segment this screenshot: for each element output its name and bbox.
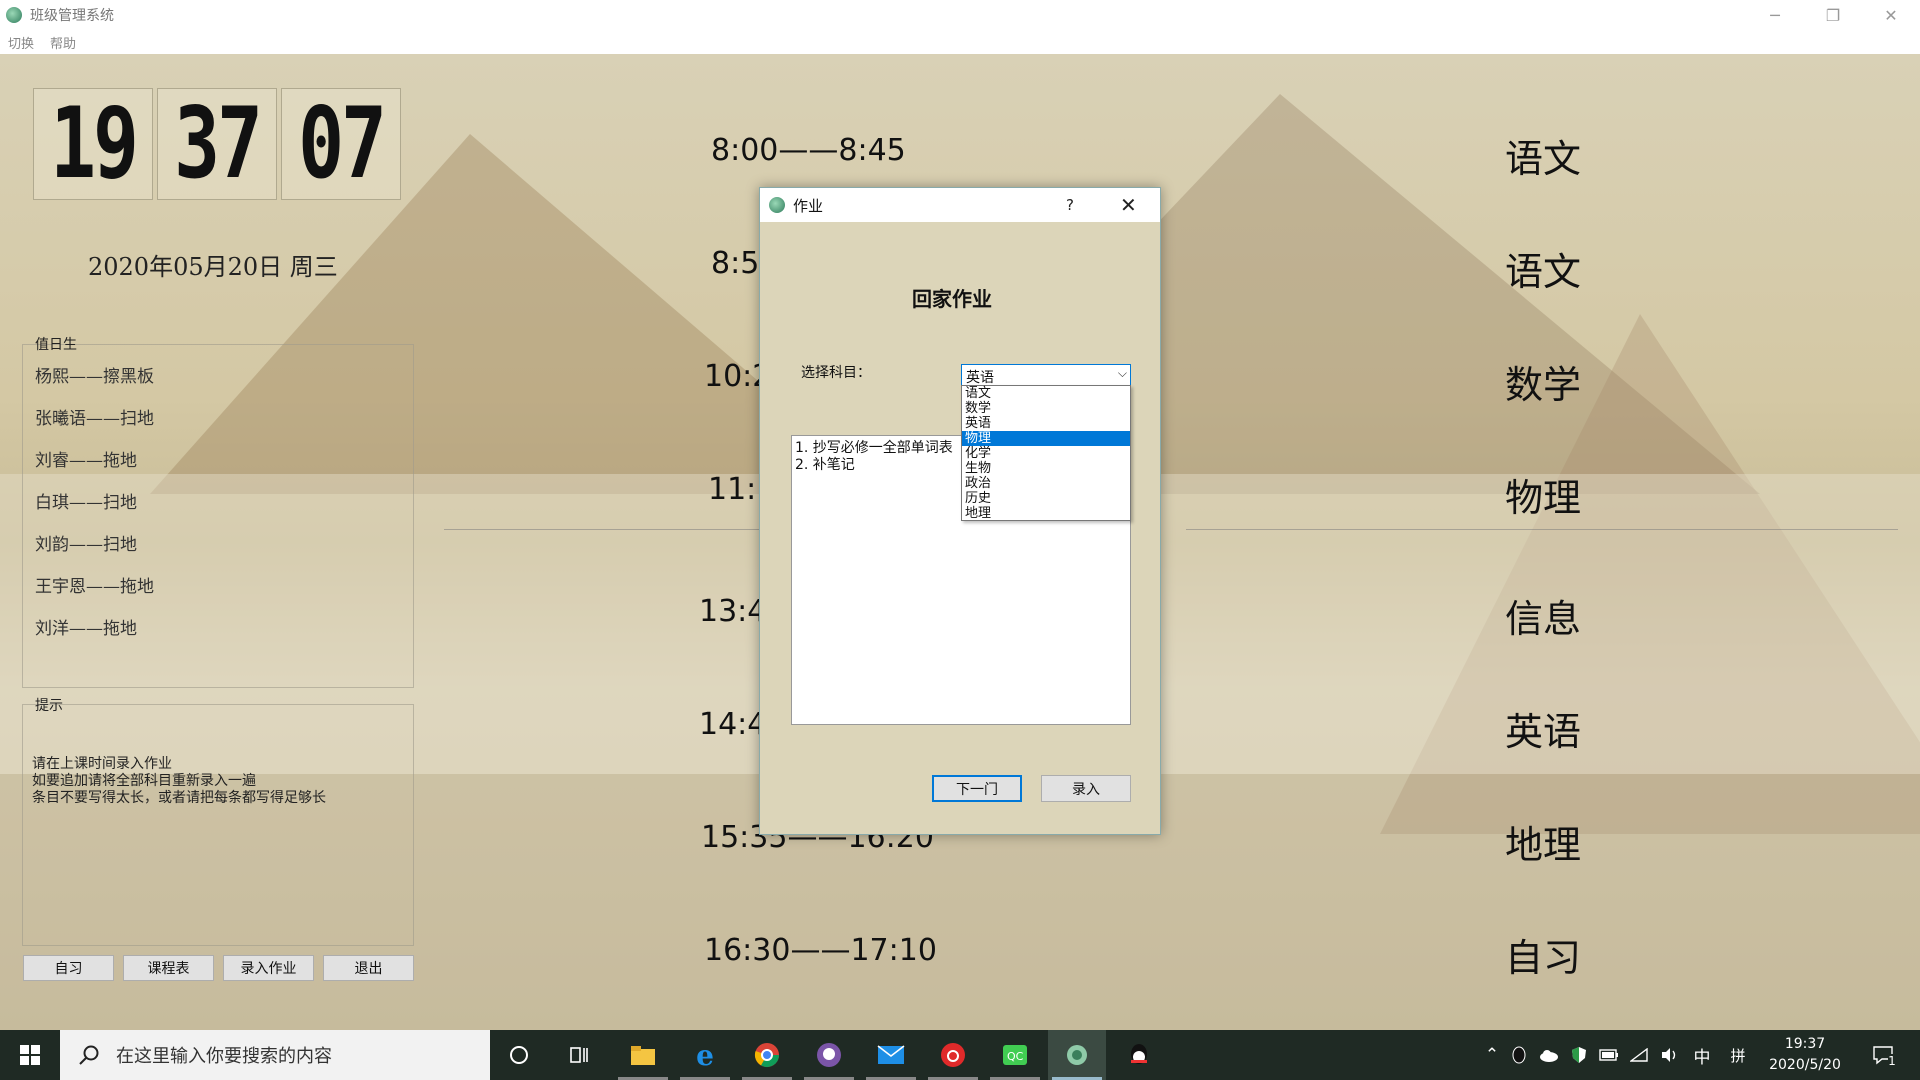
qq-tray-icon[interactable] [1506,1030,1532,1080]
clock-seconds: 07 [281,87,401,201]
digital-clock: 19 37 07 [33,87,401,201]
tips-text: 请在上课时间录入作业 如要追加请将全部科目重新录入一遍 条目不要写得太长，或者请… [32,756,326,806]
app-icon [769,197,785,213]
class-manager-taskbar-icon[interactable] [1048,1030,1106,1080]
period-time-8: 16:30——17:10 [704,933,937,968]
ime-mode-indicator[interactable]: 拼 [1724,1030,1752,1080]
period-subject-4: 物理 [1505,476,1582,520]
list-item: 白琪——扫地 [35,493,137,513]
list-item: 王宇恩——拖地 [35,577,154,597]
title-bar: 班级管理系统 ─ ❐ ✕ [0,0,1920,30]
chevron-up-icon[interactable]: ⌃ [1480,1030,1504,1080]
start-button[interactable] [0,1030,60,1080]
battery-icon[interactable] [1596,1030,1622,1080]
menu-switch[interactable]: 切换 [8,33,34,52]
subject-option-highlighted[interactable]: 物理 [962,431,1130,446]
chrome-icon[interactable] [738,1030,796,1080]
period-subject-1: 语文 [1505,137,1582,181]
search-placeholder: 在这里输入你要搜索的内容 [116,1046,332,1067]
app-icon [6,7,22,23]
github-icon[interactable] [800,1030,858,1080]
dialog-heading: 回家作业 [912,287,992,311]
window-title: 班级管理系统 [30,8,114,24]
period-subject-3: 数学 [1505,363,1582,407]
notification-count: 1 [1888,1054,1896,1068]
taskbar: 在这里输入你要搜索的内容 e QC ⌃ 中 拼 19:37 2020/5/20 … [0,1030,1920,1080]
subject-select[interactable]: 英语 ⌵ [961,364,1131,386]
list-item: 刘韵——扫地 [35,535,137,555]
enter-homework-button[interactable]: 录入作业 [223,955,314,981]
subject-option[interactable]: 语文 [962,386,1130,401]
date-label: 2020年05月20日 周三 [88,253,338,281]
window-controls: ─ ❐ ✕ [1746,0,1920,30]
taskbar-search[interactable]: 在这里输入你要搜索的内容 [60,1030,490,1080]
tips-group [22,704,414,946]
cloud-icon[interactable] [1536,1030,1562,1080]
subject-option[interactable]: 化学 [962,446,1130,461]
self-study-button[interactable]: 自习 [23,955,114,981]
subject-option[interactable]: 历史 [962,491,1130,506]
tips-title: 提示 [35,698,63,714]
close-button[interactable]: ✕ [1862,0,1920,30]
next-subject-button[interactable]: 下一门 [932,775,1022,802]
help-icon[interactable]: ? [1066,196,1074,214]
period-subject-6: 英语 [1505,710,1582,754]
minimize-button[interactable]: ─ [1746,0,1804,30]
subject-option[interactable]: 英语 [962,416,1130,431]
qq-icon[interactable] [1110,1030,1168,1080]
list-item: 刘洋——拖地 [35,619,137,639]
taskbar-clock[interactable]: 19:37 2020/5/20 [1760,1034,1850,1076]
clock-hours: 19 [33,87,153,201]
ime-indicator[interactable]: 中 [1688,1030,1716,1080]
search-icon [79,1045,99,1065]
svg-text:QC: QC [1007,1050,1024,1063]
list-item: 刘睿——拖地 [35,451,137,471]
noon-divider-right [1186,529,1898,530]
period-subject-2: 语文 [1505,250,1582,294]
netease-music-icon[interactable] [924,1030,982,1080]
duty-title: 值日生 [35,337,77,353]
clock-minutes: 37 [157,87,277,201]
submit-homework-button[interactable]: 录入 [1041,775,1131,802]
chevron-down-icon[interactable]: ⌵ [1118,366,1127,381]
list-item: 杨熙——擦黑板 [35,367,154,387]
subject-option[interactable]: 政治 [962,476,1130,491]
period-subject-7: 地理 [1505,823,1582,867]
subject-option[interactable]: 生物 [962,461,1130,476]
task-view-icon[interactable] [550,1030,608,1080]
subject-dropdown-list: 语文 数学 英语 物理 化学 生物 政治 历史 地理 [961,385,1131,521]
close-icon[interactable]: ✕ [1120,193,1137,217]
wifi-icon[interactable] [1626,1030,1652,1080]
dialog-title: 作业 [793,196,824,215]
taskbar-time: 19:37 [1784,1036,1826,1052]
homework-dialog: 作业 ? ✕ 回家作业 选择科目： 英语 ⌵ 1. 抄写必修一全部单词表 2. … [759,187,1161,835]
menu-help[interactable]: 帮助 [50,33,76,52]
shield-icon[interactable] [1566,1030,1592,1080]
maximize-button[interactable]: ❐ [1804,0,1862,30]
period-subject-8: 自习 [1505,936,1582,980]
subject-option[interactable]: 数学 [962,401,1130,416]
edge-icon[interactable]: e [676,1030,734,1080]
taskbar-date: 2020/5/20 [1769,1057,1841,1073]
speaker-icon[interactable] [1656,1030,1682,1080]
exit-button[interactable]: 退出 [323,955,414,981]
menu-bar: 切换 帮助 [0,30,1920,54]
file-explorer-icon[interactable] [614,1030,672,1080]
notification-button[interactable]: 1 [1864,1030,1904,1080]
period-time-1: 8:00——8:45 [711,133,906,168]
duty-list: 杨熙——擦黑板 张曦语——扫地 刘睿——拖地 白琪——扫地 刘韵——扫地 王宇恩… [35,362,154,656]
mail-icon[interactable] [862,1030,920,1080]
subject-select-value: 英语 [966,370,994,386]
qt-creator-icon[interactable]: QC [986,1030,1044,1080]
subject-option[interactable]: 地理 [962,506,1130,521]
list-item: 张曦语——扫地 [35,409,154,429]
dialog-title-bar: 作业 ? ✕ [760,188,1160,222]
timetable-button[interactable]: 课程表 [123,955,214,981]
subject-label: 选择科目： [801,365,871,381]
cortana-icon[interactable] [490,1030,548,1080]
windows-icon [20,1045,40,1065]
period-subject-5: 信息 [1505,597,1582,641]
noon-divider-left [444,529,764,530]
